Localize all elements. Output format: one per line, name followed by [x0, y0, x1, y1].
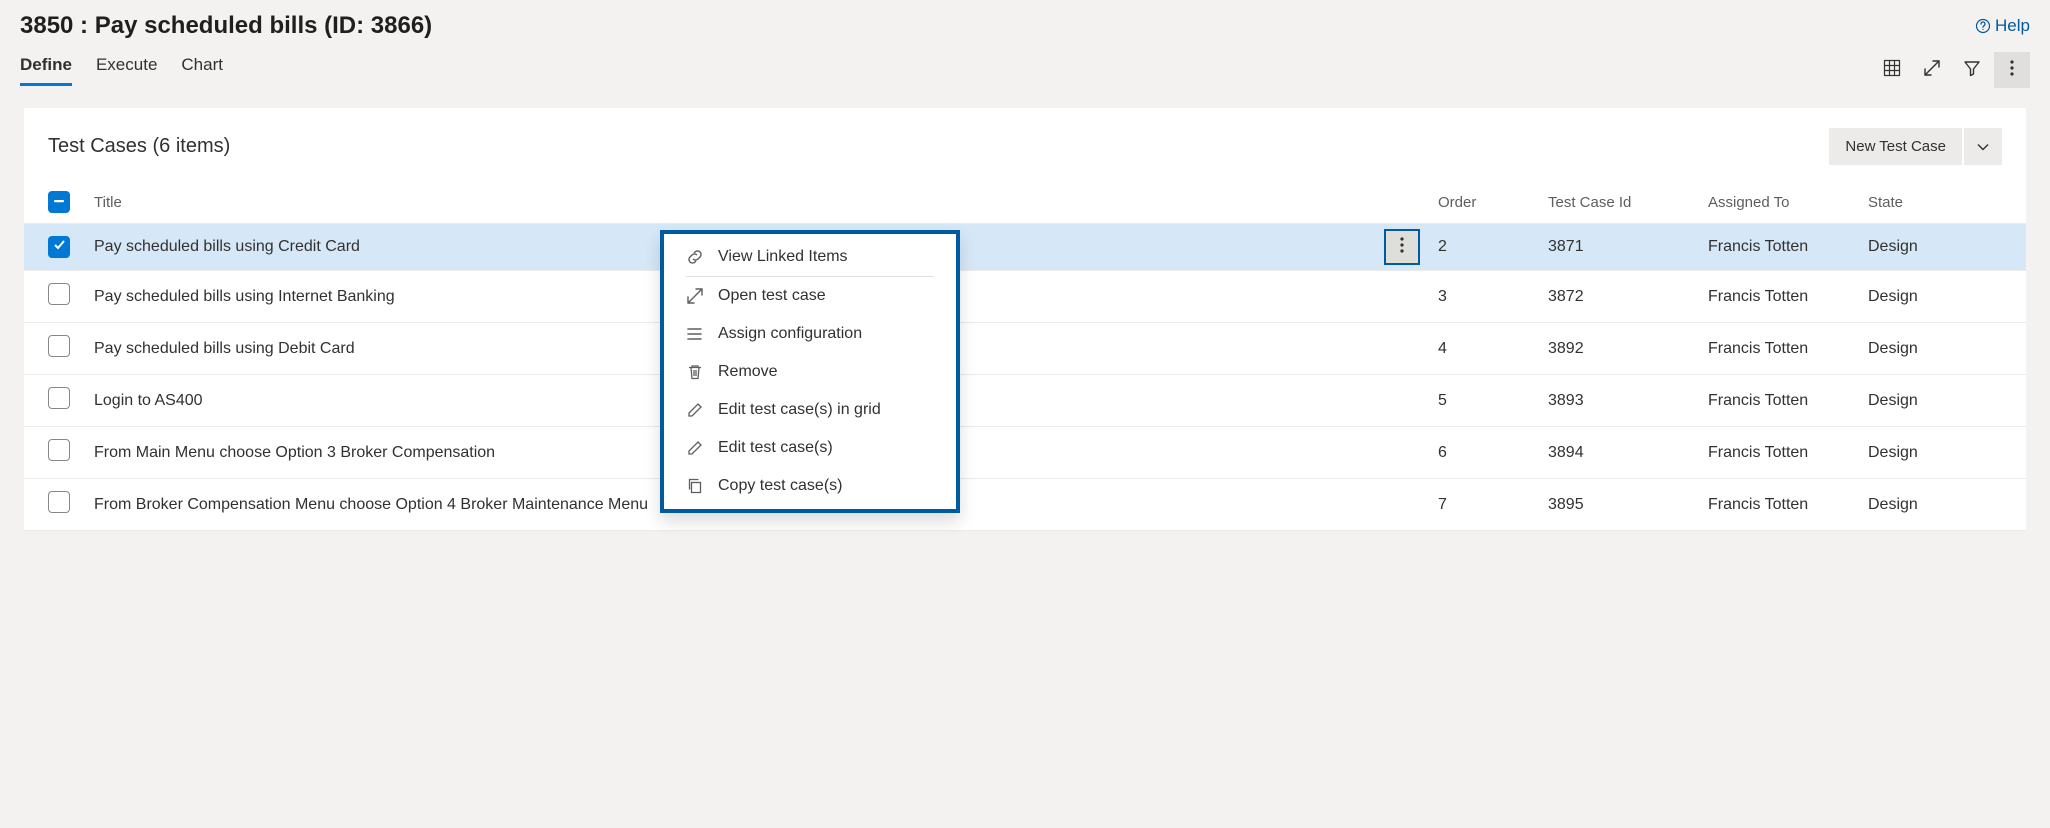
row-state: Design — [1856, 375, 2026, 427]
row-order: 4 — [1426, 323, 1536, 375]
row-assigned-to: Francis Totten — [1696, 375, 1856, 427]
grid-view-button[interactable] — [1874, 52, 1910, 88]
pencil-icon — [686, 401, 704, 419]
help-link[interactable]: Help — [1975, 16, 2030, 36]
table-row[interactable]: From Broker Compensation Menu choose Opt… — [24, 479, 2026, 531]
table-row[interactable]: Pay scheduled bills using Credit Card238… — [24, 224, 2026, 271]
menu-item[interactable]: Open test case — [664, 277, 956, 315]
open-icon — [686, 287, 704, 305]
row-assigned-to: Francis Totten — [1696, 427, 1856, 479]
filter-icon — [1963, 59, 1981, 81]
filter-button[interactable] — [1954, 52, 1990, 88]
row-test-case-id: 3872 — [1536, 271, 1696, 323]
row-test-case-id: 3895 — [1536, 479, 1696, 531]
row-state: Design — [1856, 479, 2026, 531]
menu-item-label: Assign configuration — [718, 325, 862, 343]
menu-item[interactable]: Edit test case(s) in grid — [664, 391, 956, 429]
menu-item-label: Edit test case(s) — [718, 439, 833, 457]
expand-icon — [1923, 59, 1941, 81]
table-row[interactable]: Pay scheduled bills using Debit Card4389… — [24, 323, 2026, 375]
row-checkbox[interactable] — [48, 283, 70, 305]
table-row[interactable]: Pay scheduled bills using Internet Banki… — [24, 271, 2026, 323]
column-header-test-case-id[interactable]: Test Case Id — [1536, 181, 1696, 224]
row-context-menu: View Linked Items Open test case Assign co… — [660, 230, 960, 513]
grid-icon — [1883, 59, 1901, 81]
full-screen-button[interactable] — [1914, 52, 1950, 88]
menu-item-label: Open test case — [718, 287, 826, 305]
row-order: 2 — [1426, 224, 1536, 271]
row-checkbox[interactable] — [48, 439, 70, 461]
row-checkbox[interactable] — [48, 387, 70, 409]
help-link-label: Help — [1995, 16, 2030, 36]
row-state: Design — [1856, 271, 2026, 323]
row-order: 3 — [1426, 271, 1536, 323]
column-header-assigned-to[interactable]: Assigned To — [1696, 181, 1856, 224]
menu-item[interactable]: View Linked Items — [664, 238, 956, 276]
row-assigned-to: Francis Totten — [1696, 323, 1856, 375]
column-header-order[interactable]: Order — [1426, 181, 1536, 224]
menu-item[interactable]: Edit test case(s) — [664, 429, 956, 467]
assign-icon — [686, 325, 704, 343]
panel-title: Test Cases (6 items) — [48, 135, 230, 158]
help-icon — [1975, 18, 1991, 34]
row-state: Design — [1856, 323, 2026, 375]
row-order: 7 — [1426, 479, 1536, 531]
new-test-case-button[interactable]: New Test Case — [1829, 128, 1962, 165]
new-test-case-dropdown[interactable] — [1964, 128, 2002, 165]
tab-define[interactable]: Define — [20, 55, 72, 86]
select-all-checkbox[interactable] — [48, 191, 70, 213]
link-icon — [686, 248, 704, 266]
menu-item[interactable]: Copy test case(s) — [664, 467, 956, 505]
page-title: 3850 : Pay scheduled bills (ID: 3866) — [20, 12, 432, 40]
trash-icon — [686, 363, 704, 381]
row-test-case-id: 3894 — [1536, 427, 1696, 479]
row-assigned-to: Francis Totten — [1696, 479, 1856, 531]
tab-chart[interactable]: Chart — [181, 55, 223, 86]
table-row[interactable]: Login to AS40053893Francis TottenDesign — [24, 375, 2026, 427]
row-test-case-id: 3893 — [1536, 375, 1696, 427]
tab-execute[interactable]: Execute — [96, 55, 157, 86]
row-assigned-to: Francis Totten — [1696, 271, 1856, 323]
tab-list: Define Execute Chart — [20, 55, 223, 86]
menu-item[interactable]: Remove — [664, 353, 956, 391]
row-state: Design — [1856, 224, 2026, 271]
more-vertical-icon — [2010, 60, 2014, 80]
test-cases-table: Title Order Test Case Id Assigned To Sta… — [24, 181, 2026, 531]
test-cases-panel: Test Cases (6 items) New Test Case — [24, 108, 2026, 531]
menu-item[interactable]: Assign configuration — [664, 315, 956, 353]
row-more-button[interactable] — [1384, 229, 1420, 265]
menu-item-label: Copy test case(s) — [718, 477, 842, 495]
column-header-title[interactable]: Title — [82, 181, 1426, 224]
row-checkbox[interactable] — [48, 491, 70, 513]
row-state: Design — [1856, 427, 2026, 479]
chevron-down-icon — [1977, 138, 1989, 155]
menu-item-label: Edit test case(s) in grid — [718, 401, 881, 419]
row-order: 5 — [1426, 375, 1536, 427]
table-row[interactable]: From Main Menu choose Option 3 Broker Co… — [24, 427, 2026, 479]
row-checkbox[interactable] — [48, 236, 70, 258]
row-order: 6 — [1426, 427, 1536, 479]
toolbar-more-button[interactable] — [1994, 52, 2030, 88]
row-checkbox[interactable] — [48, 335, 70, 357]
check-icon — [53, 238, 66, 256]
pencil-icon — [686, 439, 704, 457]
row-test-case-id: 3871 — [1536, 224, 1696, 271]
copy-icon — [686, 477, 704, 495]
menu-item-label: View Linked Items — [718, 248, 848, 266]
column-header-state[interactable]: State — [1856, 181, 2026, 224]
more-vertical-icon — [1400, 237, 1404, 258]
menu-item-label: Remove — [718, 363, 778, 381]
row-test-case-id: 3892 — [1536, 323, 1696, 375]
indeterminate-icon — [53, 194, 65, 211]
row-assigned-to: Francis Totten — [1696, 224, 1856, 271]
